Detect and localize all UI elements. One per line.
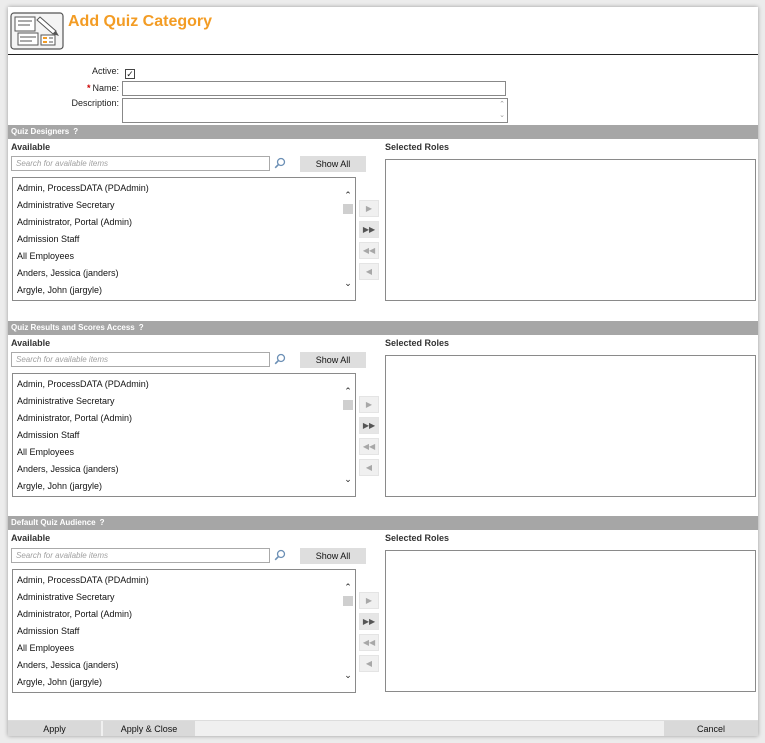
section-title: Default Quiz Audience [11, 518, 96, 527]
selected-roles-list[interactable] [385, 159, 756, 301]
scroll-down-icon[interactable]: ⌄ [343, 474, 353, 484]
selected-roles-list[interactable] [385, 550, 756, 692]
move-all-left-button[interactable]: ◀◀ [359, 438, 379, 455]
list-item[interactable]: Admin, ProcessDATA (PDAdmin) [17, 575, 149, 585]
show-all-button[interactable]: Show All [300, 548, 366, 564]
required-marker: * [86, 83, 91, 93]
search-input[interactable]: Search for available items [11, 156, 270, 171]
list-item[interactable]: Administrative Secretary [17, 592, 115, 602]
available-label: Available [11, 338, 51, 348]
search-input[interactable]: Search for available items [11, 352, 270, 367]
move-right-button[interactable]: ▶ [359, 592, 379, 609]
list-item[interactable]: All Employees [17, 251, 74, 261]
move-left-button[interactable]: ◀ [359, 655, 379, 672]
name-label-wrapper: * Name: [87, 83, 119, 93]
section-title: Quiz Designers [11, 127, 70, 136]
list-item[interactable]: Admin, ProcessDATA (PDAdmin) [17, 183, 149, 193]
list-item[interactable]: Anders, Jessica (janders) [17, 464, 119, 474]
description-scrollbar[interactable]: ⌃ ⌄ [497, 99, 507, 122]
apply-close-button[interactable]: Apply & Close [103, 721, 195, 736]
available-list[interactable]: Admin, ProcessDATA (PDAdmin) Administrat… [12, 177, 356, 301]
section-bar-quiz-results: Quiz Results and Scores Access? [8, 321, 758, 335]
available-list[interactable]: Admin, ProcessDATA (PDAdmin) Administrat… [12, 373, 356, 497]
scroll-up-icon[interactable]: ⌃ [343, 190, 353, 200]
list-item[interactable]: Admin, ProcessDATA (PDAdmin) [17, 379, 149, 389]
list-item[interactable]: Anders, Jessica (janders) [17, 268, 119, 278]
apply-button[interactable]: Apply [8, 721, 101, 736]
section-bar-default-quiz-audience: Default Quiz Audience? [8, 516, 758, 530]
magnifier-icon[interactable] [274, 353, 286, 365]
scroll-up-icon[interactable]: ⌃ [343, 582, 353, 592]
move-left-button[interactable]: ◀ [359, 263, 379, 280]
page-title: Add Quiz Category [68, 13, 213, 30]
scroll-thumb[interactable] [343, 400, 353, 410]
list-item[interactable]: Argyle, John (jargyle) [17, 285, 102, 295]
list-item[interactable]: Anders, Jessica (janders) [17, 660, 119, 670]
selected-roles-list[interactable] [385, 355, 756, 497]
search-input[interactable]: Search for available items [11, 548, 270, 563]
scroll-down-icon[interactable]: ⌄ [343, 278, 353, 288]
list-item[interactable]: All Employees [17, 643, 74, 653]
move-all-left-button[interactable]: ◀◀ [359, 634, 379, 651]
section-bar-quiz-designers: Quiz Designers? [8, 125, 758, 139]
dialog-window: Add Quiz Category Active: ✓ * Name: Descr… [8, 7, 758, 736]
list-scrollbar[interactable]: ⌃ ⌄ [341, 570, 355, 692]
selected-roles-label: Selected Roles [385, 338, 450, 348]
footer-bar: Apply Apply & Close Cancel [8, 720, 758, 736]
magnifier-icon[interactable] [274, 157, 286, 169]
active-checkbox[interactable]: ✓ [125, 69, 135, 79]
list-item[interactable]: Argyle, John (jargyle) [17, 481, 102, 491]
move-all-right-button[interactable]: ▶▶ [359, 613, 379, 630]
list-scrollbar[interactable]: ⌃ ⌄ [341, 374, 355, 496]
section-title: Quiz Results and Scores Access [11, 323, 135, 332]
active-label: Active: [91, 66, 119, 76]
move-all-right-button[interactable]: ▶▶ [359, 417, 379, 434]
move-all-right-button[interactable]: ▶▶ [359, 221, 379, 238]
list-item[interactable]: Administrator, Portal (Admin) [17, 609, 132, 619]
name-label: Name: [92, 83, 119, 93]
list-item[interactable]: Admission Staff [17, 626, 79, 636]
move-left-button[interactable]: ◀ [359, 459, 379, 476]
scroll-up-icon[interactable]: ⌃ [343, 386, 353, 396]
name-input[interactable] [122, 81, 506, 96]
scroll-thumb[interactable] [343, 596, 353, 606]
move-all-left-button[interactable]: ◀◀ [359, 242, 379, 259]
selected-roles-label: Selected Roles [385, 533, 450, 543]
scroll-up-icon[interactable]: ⌃ [497, 99, 507, 110]
list-item[interactable]: Administrative Secretary [17, 200, 115, 210]
available-label: Available [11, 142, 51, 152]
list-item[interactable]: Argyle, John (jargyle) [17, 677, 102, 687]
show-all-button[interactable]: Show All [300, 156, 366, 172]
selected-roles-label: Selected Roles [385, 142, 450, 152]
list-item[interactable]: Admission Staff [17, 234, 79, 244]
cancel-button[interactable]: Cancel [664, 721, 758, 736]
show-all-button[interactable]: Show All [300, 352, 366, 368]
move-right-button[interactable]: ▶ [359, 396, 379, 413]
scroll-down-icon[interactable]: ⌄ [343, 670, 353, 680]
scroll-down-icon[interactable]: ⌄ [497, 110, 507, 121]
list-item[interactable]: Administrative Secretary [17, 396, 115, 406]
help-icon[interactable]: ? [100, 518, 105, 527]
list-item[interactable]: All Employees [17, 447, 74, 457]
description-label: Description: [71, 98, 119, 108]
list-scrollbar[interactable]: ⌃ ⌄ [341, 178, 355, 300]
magnifier-icon[interactable] [274, 549, 286, 561]
list-item[interactable]: Administrator, Portal (Admin) [17, 217, 132, 227]
quiz-category-logo-icon [10, 12, 64, 50]
list-item[interactable]: Admission Staff [17, 430, 79, 440]
help-icon[interactable]: ? [139, 323, 144, 332]
help-icon[interactable]: ? [73, 127, 78, 136]
available-list[interactable]: Admin, ProcessDATA (PDAdmin) Administrat… [12, 569, 356, 693]
move-right-button[interactable]: ▶ [359, 200, 379, 217]
description-textarea[interactable]: ⌃ ⌄ [122, 98, 508, 123]
header: Add Quiz Category [8, 7, 758, 55]
list-item[interactable]: Administrator, Portal (Admin) [17, 413, 132, 423]
scroll-thumb[interactable] [343, 204, 353, 214]
available-label: Available [11, 533, 51, 543]
